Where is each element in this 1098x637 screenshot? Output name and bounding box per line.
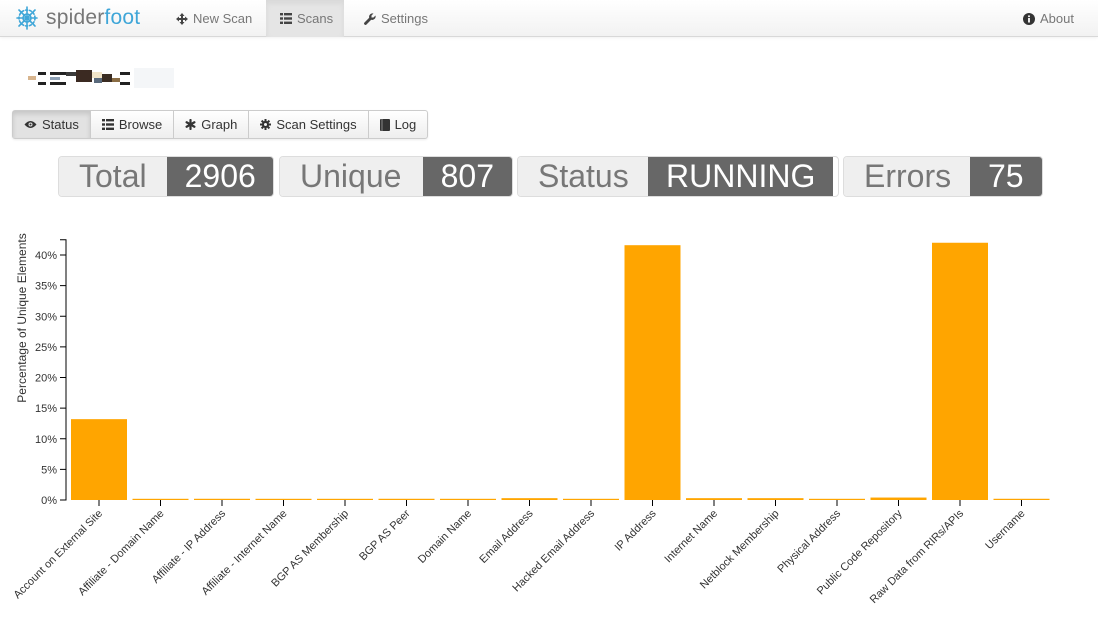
stat-status: Status RUNNING [517, 156, 839, 197]
stat-errors[interactable]: Errors 75 [843, 156, 1043, 197]
y-tick-label: 20% [35, 373, 57, 385]
tab-log-label: Log [394, 117, 417, 132]
bar [993, 498, 1050, 500]
tab-browse-label: Browse [118, 117, 163, 132]
tab-status[interactable]: Status [13, 111, 91, 138]
bar [132, 498, 189, 500]
stat-total-value: 2906 [166, 157, 273, 196]
x-axis: Account on External SiteAffiliate - Doma… [11, 500, 1028, 606]
stat-unique: Unique 807 [279, 156, 513, 197]
x-tick-label: Email Address [477, 507, 536, 566]
bar [501, 498, 558, 500]
nav-scans[interactable]: Scans [266, 0, 344, 37]
stat-total-label: Total [59, 157, 167, 196]
y-tick-label: 0% [41, 495, 57, 507]
y-tick-label: 10% [35, 434, 57, 446]
tab-status-label: Status [42, 117, 79, 132]
bar [686, 498, 742, 500]
nav-scans-label: Scans [297, 11, 334, 26]
bar [255, 498, 312, 500]
y-axis-line [60, 239, 67, 501]
asterisk-icon [185, 119, 196, 130]
spiderfoot-logo-icon [16, 6, 38, 30]
bar [932, 242, 988, 500]
bars [71, 242, 1050, 500]
list-icon [280, 13, 292, 24]
bar [440, 498, 496, 500]
y-tick-label: 5% [41, 464, 57, 476]
nav-new-scan[interactable]: New Scan [162, 0, 266, 37]
book-icon [379, 118, 390, 131]
bar [317, 498, 373, 500]
y-tick-label: 15% [35, 403, 57, 415]
x-tick-label: Domain Name [416, 508, 474, 566]
tab-scan-settings-label: Scan Settings [276, 117, 357, 132]
y-tick-label: 25% [35, 342, 57, 354]
nav-new-scan-label: New Scan [193, 11, 253, 26]
bar [809, 498, 865, 500]
eye-icon [24, 120, 37, 129]
tab-graph[interactable]: Graph [174, 111, 250, 138]
x-tick-label: BGP AS Peer [357, 507, 413, 563]
x-tick-label: IP Address [613, 507, 659, 553]
bar [378, 498, 435, 500]
y-axis-label: Percentage of Unique Elements [15, 233, 29, 402]
x-tick-label: Physical Address [775, 507, 843, 575]
tab-log[interactable]: Log [369, 111, 428, 138]
tab-browse[interactable]: Browse [91, 111, 175, 138]
brand[interactable]: spiderfoot [14, 4, 140, 32]
brand-text: spiderfoot [46, 6, 141, 29]
bar [747, 498, 804, 500]
y-tick-label: 40% [35, 250, 57, 262]
wrench-icon [364, 12, 376, 25]
move-icon [176, 12, 188, 25]
info-circle-icon [1023, 12, 1036, 25]
gear-icon [260, 119, 272, 130]
x-tick-label: Internet Name [662, 508, 720, 566]
nav-about[interactable]: About [1009, 0, 1088, 37]
stat-unique-value: 807 [422, 157, 512, 196]
x-tick-label: Username [983, 508, 1027, 552]
stat-total: Total 2906 [58, 156, 274, 197]
nav-about-label: About [1040, 11, 1074, 26]
bar [870, 497, 927, 500]
y-tick-label: 35% [35, 281, 57, 293]
y-tick-label: 30% [35, 311, 57, 323]
stat-errors-label: Errors [844, 157, 970, 196]
stat-status-label: Status [518, 157, 648, 196]
y-axis: 0% 5% 10% 15% 20% 25% 30% 35% 40% [35, 239, 67, 507]
bar [71, 419, 127, 500]
bar [194, 498, 250, 500]
stat-status-value: RUNNING [648, 157, 834, 196]
element-type-bar-chart: 0% 5% 10% 15% 20% 25% 30% 35% 40% Percentage of … [11, 233, 1050, 606]
tab-graph-label: Graph [201, 117, 238, 132]
stat-errors-value: 75 [970, 157, 1042, 196]
bar [563, 498, 619, 500]
stat-unique-label: Unique [280, 157, 423, 196]
top-navbar: spiderfoot New Scan Scans Settings About [0, 0, 1098, 37]
nav-settings-label: Settings [381, 11, 428, 26]
scan-name-redacted [28, 68, 174, 90]
tab-scan-settings[interactable]: Scan Settings [249, 111, 369, 138]
nav-settings[interactable]: Settings [350, 0, 442, 37]
list-icon [101, 119, 114, 130]
scan-tabs: Status Browse Graph Scan Settings Log [12, 110, 429, 139]
bar [624, 245, 681, 500]
